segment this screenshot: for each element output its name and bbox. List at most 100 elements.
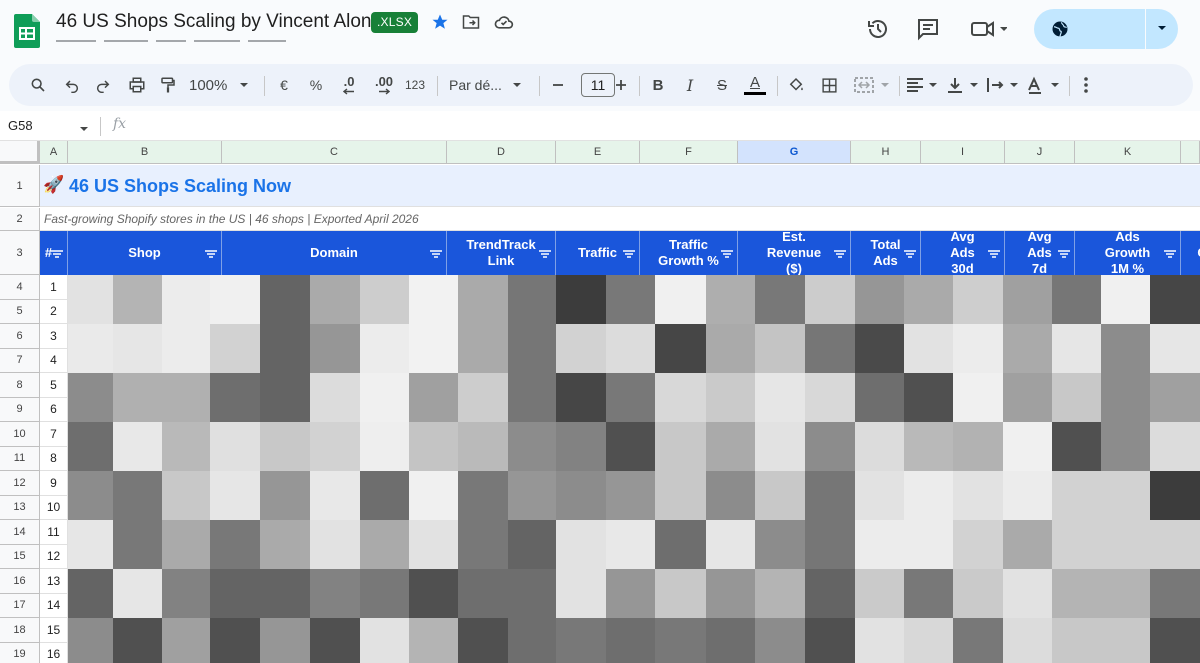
table-header-cell[interactable]: Domain — [222, 231, 447, 275]
row-header-11[interactable]: 11 — [0, 446, 40, 471]
filter-icon[interactable] — [1058, 250, 1070, 258]
row-header-1[interactable]: 1 — [0, 165, 40, 207]
row-index-cell[interactable]: 16 — [40, 642, 68, 663]
font-size-input[interactable]: 11 — [581, 73, 615, 97]
strikethrough-button[interactable]: S — [712, 64, 732, 106]
row-header-17[interactable]: 17 — [0, 593, 40, 618]
row-index-cell[interactable]: 3 — [40, 324, 68, 349]
table-header-cell[interactable]: Avg Ads 7d — [1005, 231, 1075, 275]
version-history-icon[interactable] — [865, 16, 891, 42]
row-header-7[interactable]: 7 — [0, 348, 40, 373]
table-header-cell[interactable]: # — [40, 231, 68, 275]
row-header-13[interactable]: 13 — [0, 495, 40, 520]
table-header-cell[interactable]: Shop — [68, 231, 222, 275]
move-folder-icon[interactable] — [461, 12, 481, 32]
text-color-button[interactable]: A — [742, 64, 768, 106]
star-icon[interactable] — [430, 12, 450, 32]
row-header-3[interactable]: 3 — [0, 231, 40, 275]
formula-input[interactable] — [140, 115, 1190, 137]
menu-bar[interactable] — [56, 40, 316, 48]
vertical-align-icon[interactable] — [945, 64, 981, 106]
filter-icon[interactable] — [1164, 250, 1176, 258]
text-wrapping-icon[interactable] — [985, 64, 1021, 106]
horizontal-align-icon[interactable] — [904, 64, 940, 106]
sheet-title-row[interactable]: 🚀 46 US Shops Scaling Now — [40, 165, 1200, 207]
search-menus-icon[interactable] — [27, 64, 49, 106]
row-header-2[interactable]: 2 — [0, 208, 40, 231]
column-header-i[interactable]: I — [921, 141, 1005, 164]
more-formats-button[interactable]: 123 — [403, 64, 427, 106]
table-header-cell[interactable]: Traffic — [556, 231, 640, 275]
filter-icon[interactable] — [51, 250, 63, 258]
row-index-cell[interactable]: 7 — [40, 422, 68, 447]
table-header-cell[interactable]: Traffic Growth % — [640, 231, 738, 275]
table-header-cell[interactable]: Gr — [1181, 231, 1200, 275]
format-currency-button[interactable]: € — [274, 64, 294, 106]
filter-icon[interactable] — [721, 250, 733, 258]
format-percent-button[interactable]: % — [306, 64, 326, 106]
share-menu-chevron-down-icon[interactable] — [1155, 21, 1169, 40]
filter-icon[interactable] — [834, 250, 846, 258]
column-header-l[interactable] — [1181, 141, 1200, 164]
comments-icon[interactable] — [915, 16, 941, 42]
decrease-decimals-button[interactable]: .0 — [336, 64, 362, 106]
column-header-j[interactable]: J — [1005, 141, 1075, 164]
filter-icon[interactable] — [430, 250, 442, 258]
row-index-cell[interactable]: 13 — [40, 569, 68, 594]
sheet-subtitle-row[interactable]: Fast-growing Shopify stores in the US | … — [40, 208, 1200, 231]
filter-icon[interactable] — [623, 250, 635, 258]
name-box[interactable]: G58 — [8, 118, 33, 133]
table-header-cell[interactable]: Ads Growth 1M % — [1075, 231, 1181, 275]
row-index-cell[interactable]: 5 — [40, 373, 68, 398]
name-box-chevron-down-icon[interactable] — [79, 121, 89, 139]
fill-color-icon[interactable] — [784, 64, 808, 106]
paint-format-icon[interactable] — [156, 64, 180, 106]
table-header-cell[interactable]: TrendTrack Link — [447, 231, 556, 275]
row-header-10[interactable]: 10 — [0, 422, 40, 447]
column-header-g[interactable]: G — [738, 141, 851, 164]
meet-icon[interactable] — [968, 16, 1008, 42]
column-header-b[interactable]: B — [68, 141, 222, 164]
merge-cells-icon[interactable] — [851, 64, 893, 106]
print-icon[interactable] — [125, 64, 149, 106]
column-header-d[interactable]: D — [447, 141, 556, 164]
row-index-cell[interactable]: 12 — [40, 544, 68, 569]
filter-icon[interactable] — [988, 250, 1000, 258]
filter-icon[interactable] — [539, 250, 551, 258]
row-index-cell[interactable]: 14 — [40, 593, 68, 618]
table-header-cell[interactable]: Avg Ads 30d — [921, 231, 1005, 275]
column-header-k[interactable]: K — [1075, 141, 1181, 164]
row-header-18[interactable]: 18 — [0, 618, 40, 643]
row-index-cell[interactable]: 8 — [40, 446, 68, 471]
select-all-corner[interactable] — [0, 141, 40, 164]
sheets-logo-icon[interactable] — [14, 14, 40, 48]
increase-font-size-button[interactable] — [612, 64, 630, 106]
borders-icon[interactable] — [817, 64, 841, 106]
redo-icon[interactable] — [92, 64, 114, 106]
row-index-cell[interactable]: 15 — [40, 618, 68, 643]
column-header-e[interactable]: E — [556, 141, 640, 164]
row-index-cell[interactable]: 1 — [40, 275, 68, 300]
increase-decimals-button[interactable]: .00 — [370, 64, 398, 106]
document-title[interactable]: 46 US Shops Scaling by Vincent Alonzi — [56, 11, 385, 33]
column-header-c[interactable]: C — [222, 141, 447, 164]
text-rotation-icon[interactable] — [1025, 64, 1063, 106]
table-header-cell[interactable]: Est. Revenue ($) — [738, 231, 851, 275]
table-header-cell[interactable]: Total Ads — [851, 231, 921, 275]
column-header-f[interactable]: F — [640, 141, 738, 164]
zoom-select[interactable]: 100% — [189, 64, 255, 106]
row-header-9[interactable]: 9 — [0, 397, 40, 422]
row-header-6[interactable]: 6 — [0, 324, 40, 349]
italic-button[interactable]: I — [681, 64, 699, 106]
row-header-8[interactable]: 8 — [0, 373, 40, 398]
row-index-cell[interactable]: 4 — [40, 348, 68, 373]
row-index-cell[interactable]: 6 — [40, 397, 68, 422]
row-index-cell[interactable]: 10 — [40, 495, 68, 520]
bold-button[interactable]: B — [649, 64, 667, 106]
row-header-4[interactable]: 4 — [0, 275, 40, 300]
row-header-5[interactable]: 5 — [0, 299, 40, 324]
row-index-cell[interactable]: 2 — [40, 299, 68, 324]
share-button[interactable] — [1034, 9, 1178, 49]
row-index-cell[interactable]: 9 — [40, 471, 68, 496]
row-header-14[interactable]: 14 — [0, 520, 40, 545]
